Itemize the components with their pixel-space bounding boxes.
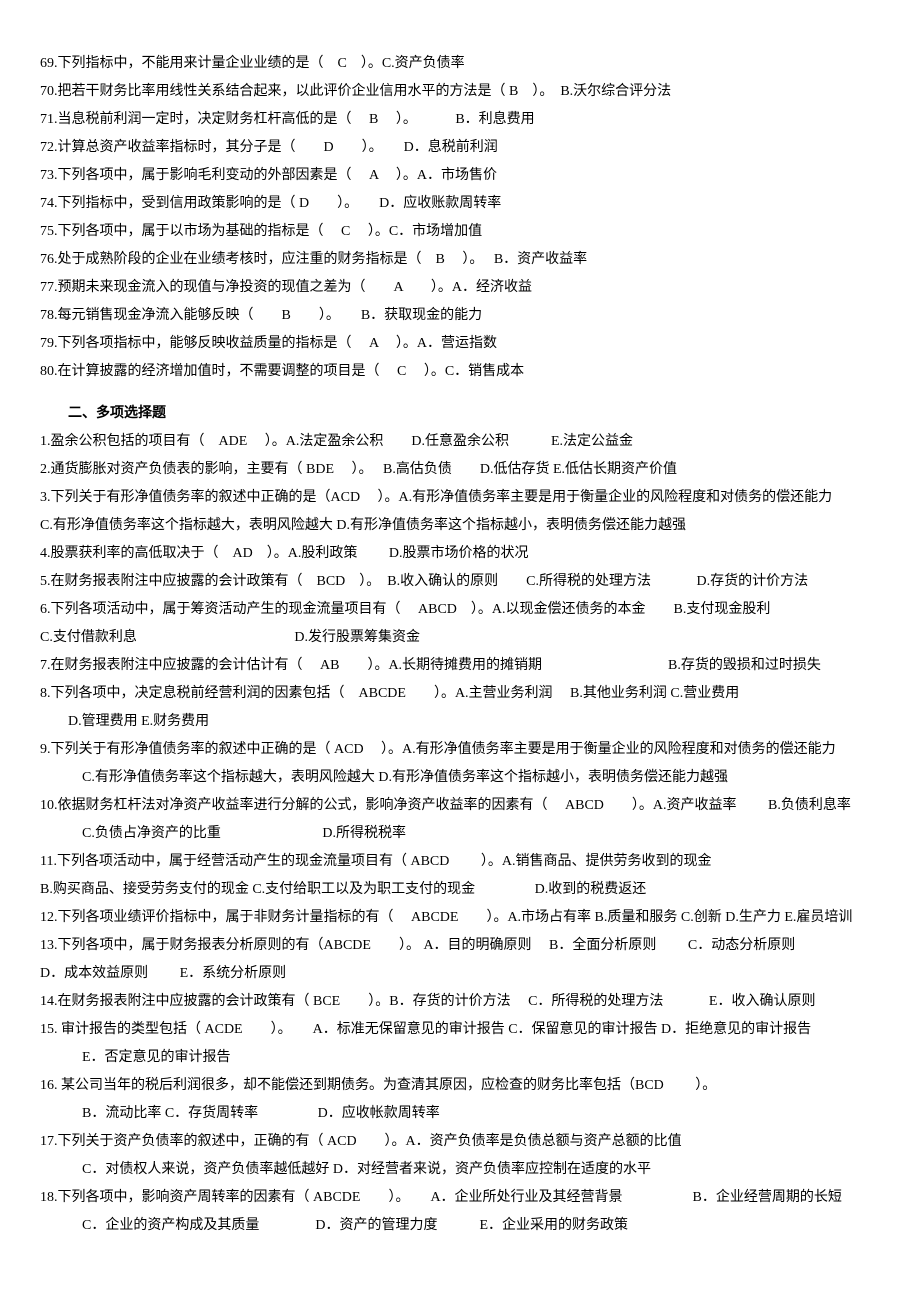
multi-question-15-cont: E．否定意见的审计报告 — [40, 1044, 880, 1072]
multi-question-8: 8.下列各项中，决定息税前经营利润的因素包括（ ABCDE ）。A.主营业务利润… — [40, 680, 880, 708]
section-title-multi: 二、多项选择题 — [40, 400, 880, 428]
multi-question-11-cont: B.购买商品、接受劳务支付的现金 C.支付给职工以及为职工支付的现金 D.收到的… — [40, 876, 880, 904]
multi-question-2: 2.通货膨胀对资产负债表的影响，主要有（ BDE ）。 B.高估负债 D.低估存… — [40, 456, 880, 484]
question-80: 80.在计算披露的经济增加值时，不需要调整的项目是（ C ）。C．销售成本 — [40, 358, 880, 386]
multi-question-12: 12.下列各项业绩评价指标中，属于非财务计量指标的有（ ABCDE ）。A.市场… — [40, 904, 880, 932]
multi-question-16: 16. 某公司当年的税后利润很多，却不能偿还到期债务。为查清其原因，应检查的财务… — [40, 1072, 880, 1100]
question-75: 75.下列各项中，属于以市场为基础的指标是（ C ）。C．市场增加值 — [40, 218, 880, 246]
question-77: 77.预期未来现金流入的现值与净投资的现值之差为（ A ）。A．经济收益 — [40, 274, 880, 302]
multi-question-17: 17.下列关于资产负债率的叙述中，正确的有（ ACD ）。A．资产负债率是负债总… — [40, 1128, 880, 1156]
multi-question-7: 7.在财务报表附注中应披露的会计估计有（ AB ）。A.长期待摊费用的摊销期 B… — [40, 652, 880, 680]
question-73: 73.下列各项中，属于影响毛利变动的外部因素是（ A ）。A．市场售价 — [40, 162, 880, 190]
question-71: 71.当息税前利润一定时，决定财务杠杆高低的是（ B ）。 B．利息费用 — [40, 106, 880, 134]
multi-question-5: 5.在财务报表附注中应披露的会计政策有（ BCD ）。 B.收入确认的原则 C.… — [40, 568, 880, 596]
multi-question-3-cont: C.有形净值债务率这个指标越大，表明风险越大 D.有形净值债务率这个指标越小，表… — [40, 512, 880, 540]
question-70: 70.把若干财务比率用线性关系结合起来，以此评价企业信用水平的方法是（ B ）。… — [40, 78, 880, 106]
multi-question-18: 18.下列各项中，影响资产周转率的因素有（ ABCDE ）。 A．企业所处行业及… — [40, 1184, 880, 1212]
question-76: 76.处于成熟阶段的企业在业绩考核时，应注重的财务指标是（ B ）。 B．资产收… — [40, 246, 880, 274]
question-78: 78.每元销售现金净流入能够反映（ B ）。 B．获取现金的能力 — [40, 302, 880, 330]
question-74: 74.下列指标中，受到信用政策影响的是（ D ）。 D．应收账款周转率 — [40, 190, 880, 218]
multi-question-11: 11.下列各项活动中，属于经营活动产生的现金流量项目有（ ABCD ）。A.销售… — [40, 848, 880, 876]
multi-question-13: 13.下列各项中，属于财务报表分析原则的有（ABCDE ）。 A．目的明确原则 … — [40, 932, 880, 960]
multi-question-9-cont: C.有形净值债务率这个指标越大，表明风险越大 D.有形净值债务率这个指标越小，表… — [40, 764, 880, 792]
multi-question-16-cont: B．流动比率 C．存货周转率 D．应收帐款周转率 — [40, 1100, 880, 1128]
multi-question-10: 10.依据财务杠杆法对净资产收益率进行分解的公式，影响净资产收益率的因素有（ A… — [40, 792, 880, 820]
multi-question-3: 3.下列关于有形净值债务率的叙述中正确的是（ACD ）。A.有形净值债务率主要是… — [40, 484, 880, 512]
multi-question-6-cont: C.支付借款利息 D.发行股票筹集资金 — [40, 624, 880, 652]
multi-question-14: 14.在财务报表附注中应披露的会计政策有（ BCE ）。B．存货的计价方法 C．… — [40, 988, 880, 1016]
multi-question-15: 15. 审计报告的类型包括（ ACDE ）。 A．标准无保留意见的审计报告 C．… — [40, 1016, 880, 1044]
question-69: 69.下列指标中，不能用来计量企业业绩的是（ C ）。C.资产负债率 — [40, 50, 880, 78]
multi-question-17-cont: C．对债权人来说，资产负债率越低越好 D．对经营者来说，资产负债率应控制在适度的… — [40, 1156, 880, 1184]
multi-question-13-cont: D．成本效益原则 E．系统分析原则 — [40, 960, 880, 988]
multi-question-18-cont: C．企业的资产构成及其质量 D．资产的管理力度 E．企业采用的财务政策 — [40, 1212, 880, 1240]
question-79: 79.下列各项指标中，能够反映收益质量的指标是（ A ）。A．营运指数 — [40, 330, 880, 358]
multi-question-1: 1.盈余公积包括的项目有（ ADE ）。A.法定盈余公积 D.任意盈余公积 E.… — [40, 428, 880, 456]
multi-question-4: 4.股票获利率的高低取决于（ AD ）。A.股利政策 D.股票市场价格的状况 — [40, 540, 880, 568]
multi-question-10-cont: C.负债占净资产的比重 D.所得税税率 — [40, 820, 880, 848]
multi-question-9: 9.下列关于有形净值债务率的叙述中正确的是（ ACD ）。A.有形净值债务率主要… — [40, 736, 880, 764]
multi-question-6: 6.下列各项活动中，属于筹资活动产生的现金流量项目有（ ABCD ）。A.以现金… — [40, 596, 880, 624]
question-72: 72.计算总资产收益率指标时，其分子是（ D ）。 D．息税前利润 — [40, 134, 880, 162]
multi-question-8-cont: D.管理费用 E.财务费用 — [40, 708, 880, 736]
